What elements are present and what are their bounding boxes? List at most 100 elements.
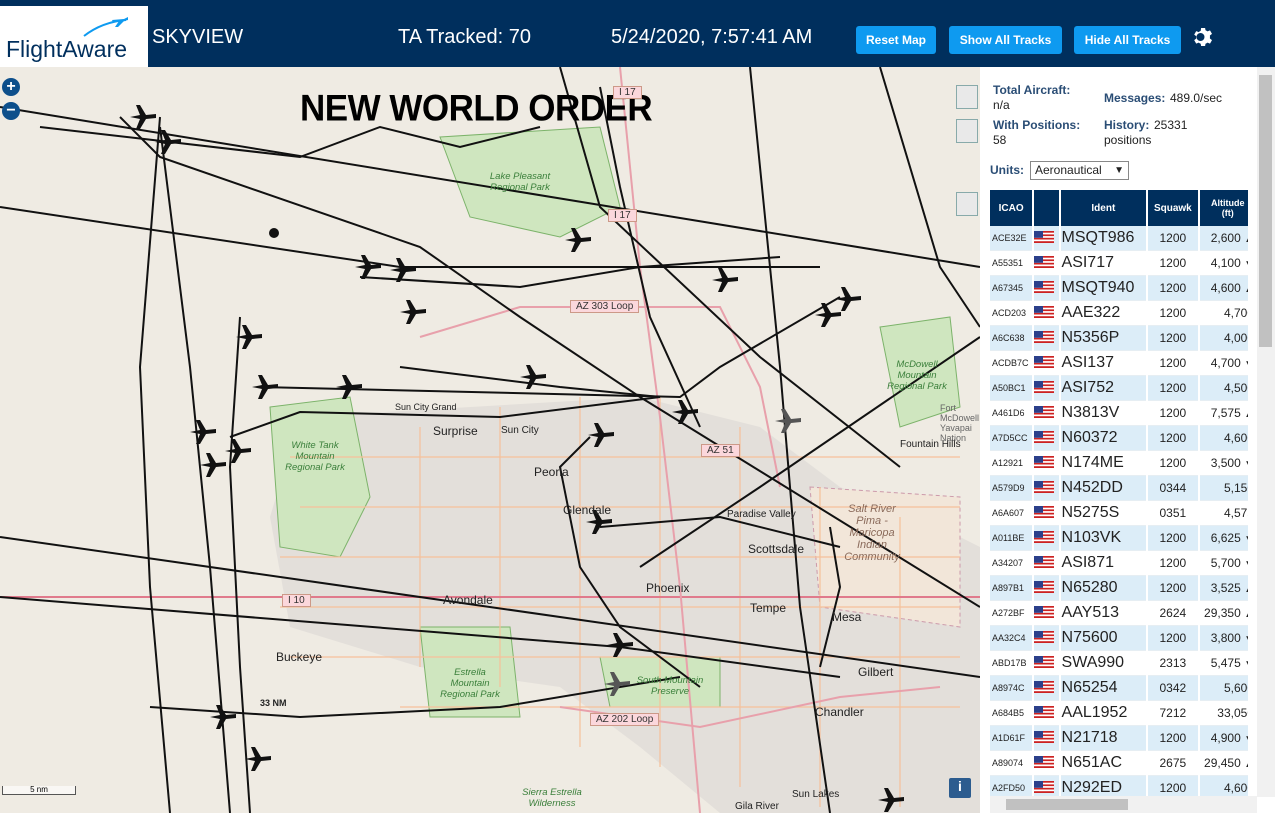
altitude-value: 4,000 <box>1223 331 1248 345</box>
table-row[interactable]: ABD17BSWA99023135,475 ▼ <box>990 651 1248 676</box>
altitude-value: 4,600 <box>1210 281 1241 295</box>
table-row[interactable]: A67345MSQT94012004,600 ▲ <box>990 276 1248 301</box>
us-flag-icon <box>1034 326 1059 351</box>
road-label: I 17 <box>608 209 637 222</box>
zoom-out-button[interactable]: − <box>2 102 20 120</box>
zoom-in-button[interactable]: + <box>2 78 20 96</box>
altitude-trend-icon: ▼ <box>1244 359 1248 370</box>
col-flag[interactable] <box>1034 190 1059 226</box>
with-positions-label: With Positions: <box>993 118 1081 132</box>
squawk-cell: 2624 <box>1148 601 1198 626</box>
messages-value: 489.0/sec <box>1170 91 1223 105</box>
altitude-trend-icon: ▼ <box>1244 459 1248 470</box>
table-row[interactable]: ACE32EMSQT98612002,600 ▲ <box>990 226 1248 251</box>
table-row[interactable]: ACDB7CASI13712004,700 ▼ <box>990 351 1248 376</box>
table-row[interactable]: ACD203 AAE3221200 4,700 <box>990 301 1248 326</box>
map-layers-icon[interactable] <box>956 85 978 109</box>
table-row[interactable]: A684B5 AAL19527212 33,050 <box>990 701 1248 726</box>
grid-icon[interactable] <box>956 119 978 143</box>
table-row[interactable]: A89074N651AC267529,450 ▲ <box>990 751 1248 776</box>
icao-cell: A461D6 <box>990 401 1033 426</box>
altitude-value: 2,600 <box>1210 231 1241 245</box>
ident-cell: N5356P <box>1060 326 1147 351</box>
altitude-cell: 4,500 <box>1199 376 1248 401</box>
col-squawk[interactable]: Squawk <box>1148 190 1198 226</box>
squawk-cell: 1200 <box>1148 376 1198 401</box>
table-row[interactable]: A897B1N6528012003,525 ▲ <box>990 576 1248 601</box>
altitude-trend-icon: ▲ <box>1244 609 1248 620</box>
info-button[interactable]: i <box>949 778 971 798</box>
place-label: Fort McDowell Yavapai Nation <box>940 403 980 443</box>
scrollbar-thumb[interactable] <box>1259 75 1272 347</box>
aircraft-table[interactable]: ICAO Ident Squawk Altitude (ft) ACE32E MS… <box>990 190 1248 813</box>
altitude-value: 4,600 <box>1223 781 1248 795</box>
col-altitude[interactable]: Altitude (ft) <box>1199 190 1248 226</box>
table-row[interactable]: A6C638 N5356P1200 4,000 <box>990 326 1248 351</box>
altitude-cell: 5,475 ▼ <box>1199 651 1248 676</box>
squawk-cell: 1200 <box>1148 301 1198 326</box>
units-select[interactable]: Aeronautical ▼ <box>1030 161 1129 180</box>
table-row[interactable]: AA32C4N7560012003,800 ▼ <box>990 626 1248 651</box>
table-row[interactable]: A7D5CC N603721200 4,600 <box>990 426 1248 451</box>
table-row[interactable]: A12921N174ME12003,500 ▼ <box>990 451 1248 476</box>
squawk-cell: 0344 <box>1148 476 1198 501</box>
horizontal-scrollbar[interactable] <box>990 796 1257 813</box>
sidebar: Total Aircraft: n/a Messages: 489.0/sec … <box>980 67 1275 813</box>
park-label: Sierra Estrella Wilderness <box>522 787 582 809</box>
altitude-cell: 33,050 <box>1199 701 1248 726</box>
icao-cell: A011BE <box>990 526 1033 551</box>
place-label: Glendale <box>563 503 612 517</box>
road-label: AZ 202 Loop <box>590 713 660 726</box>
altitude-trend-icon: ▲ <box>1244 284 1248 295</box>
altitude-value: 4,600 <box>1223 431 1248 445</box>
us-flag-icon <box>1034 751 1059 776</box>
ident-cell: N5275S <box>1060 501 1147 526</box>
us-flag-icon <box>1034 626 1059 651</box>
altitude-trend-icon: ▼ <box>1244 534 1248 545</box>
ident-cell: ASI717 <box>1060 251 1147 276</box>
us-flag-icon <box>1034 351 1059 376</box>
table-row[interactable]: A272BFAAY513262429,350 ▲ <box>990 601 1248 626</box>
scrollbar-thumb[interactable] <box>1006 799 1128 810</box>
brand-name: FlightAware <box>6 36 128 62</box>
table-row[interactable]: A1D61FN2171812004,900 ▼ <box>990 726 1248 751</box>
icao-cell: ACD203 <box>990 301 1033 326</box>
reset-map-button[interactable]: Reset Map <box>856 26 936 54</box>
flightaware-logo[interactable]: FlightAware <box>0 6 148 67</box>
squawk-cell: 0351 <box>1148 501 1198 526</box>
table-row[interactable]: A55351ASI71712004,100 ▼ <box>990 251 1248 276</box>
columns-icon[interactable] <box>956 192 978 216</box>
squawk-cell: 1200 <box>1148 276 1198 301</box>
ident-cell: N3813V <box>1060 401 1147 426</box>
ident-cell: AAY513 <box>1060 601 1147 626</box>
squawk-cell: 1200 <box>1148 576 1198 601</box>
icao-cell: ABD17B <box>990 651 1033 676</box>
table-row[interactable]: A461D6N3813V12007,575 ▲ <box>990 401 1248 426</box>
altitude-value: 4,900 <box>1210 731 1241 745</box>
show-all-tracks-button[interactable]: Show All Tracks <box>949 26 1062 54</box>
table-row[interactable]: A6A607 N5275S0351 4,575 <box>990 501 1248 526</box>
ident-cell: ASI137 <box>1060 351 1147 376</box>
col-icao[interactable]: ICAO <box>990 190 1033 226</box>
icao-cell: A89074 <box>990 751 1033 776</box>
park-label: Lake Pleasant Regional Park <box>489 171 551 193</box>
col-ident[interactable]: Ident <box>1060 190 1147 226</box>
table-row[interactable]: A8974C N652540342 5,600 <box>990 676 1248 701</box>
altitude-value: 29,450 <box>1204 756 1241 770</box>
place-label: Gilbert <box>858 665 894 679</box>
altitude-value: 4,500 <box>1223 381 1248 395</box>
table-row[interactable]: A579D9 N452DD0344 5,150 <box>990 476 1248 501</box>
hide-all-tracks-button[interactable]: Hide All Tracks <box>1074 26 1181 54</box>
us-flag-icon <box>1034 476 1059 501</box>
table-row[interactable]: A011BEN103VK12006,625 ▼ <box>990 526 1248 551</box>
gear-icon[interactable] <box>1191 25 1215 49</box>
ident-cell: MSQT940 <box>1060 276 1147 301</box>
vertical-scrollbar[interactable] <box>1257 67 1275 797</box>
table-row[interactable]: A34207ASI87112005,700 ▼ <box>990 551 1248 576</box>
chevron-down-icon: ▼ <box>1114 165 1124 176</box>
table-row[interactable]: A50BC1 ASI7521200 4,500 <box>990 376 1248 401</box>
map-view[interactable]: NEW WORLD ORDER + − Surprise Sun City Su… <box>0 67 980 813</box>
us-flag-icon <box>1034 526 1059 551</box>
altitude-value: 4,575 <box>1223 506 1248 520</box>
squawk-cell: 7212 <box>1148 701 1198 726</box>
